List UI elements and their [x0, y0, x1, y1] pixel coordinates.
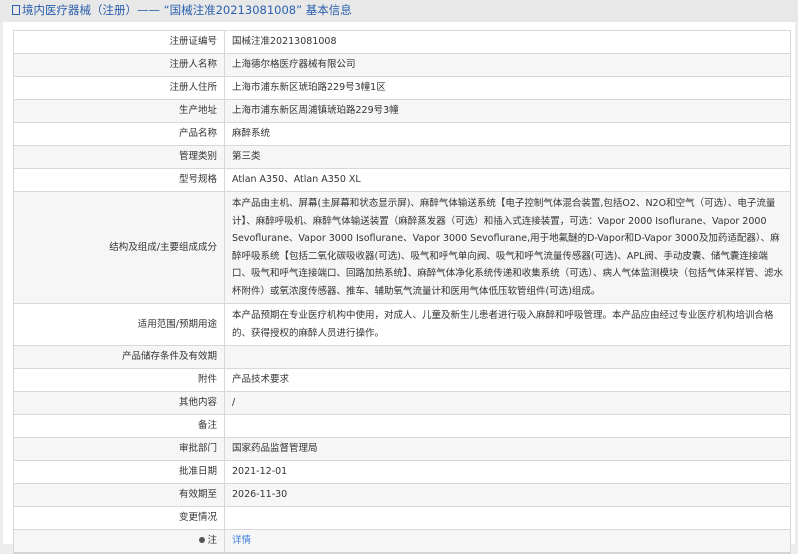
row-label: 结构及组成/主要组成成分: [13, 191, 225, 304]
row-value: [224, 506, 791, 530]
info-table: 注册证编号 国械注准20213081008 注册人名称 上海德尔格医疗器械有限公司 …: [13, 30, 791, 554]
row-value: 本产品预期在专业医疗机构中使用，对成人、儿童及新生儿患者进行吸入麻醉和呼吸管理。…: [224, 303, 791, 346]
table-row: 有效期至 2026-11-30: [13, 483, 791, 507]
details-link[interactable]: 详情: [232, 535, 251, 546]
row-label: 型号规格: [13, 168, 225, 192]
table-row: 结构及组成/主要组成成分 本产品由主机、屏幕(主屏幕和状态显示屏)、麻醉气体输送系…: [13, 191, 791, 304]
pin-icon: [199, 537, 206, 543]
row-value: [224, 414, 791, 438]
row-label: 注册人名称: [13, 53, 225, 77]
note-label: 注: [207, 535, 217, 546]
table-row: 适用范围/预期用途 本产品预期在专业医疗机构中使用，对成人、儿童及新生儿患者进行吸…: [13, 303, 791, 346]
row-label: 审批部门: [13, 437, 225, 461]
row-value: 国家药品监督管理局: [224, 437, 791, 461]
table-row: 生产地址 上海市浦东新区周浦镇琥珀路229号3幢: [13, 99, 791, 123]
row-label: 其他内容: [13, 391, 225, 415]
table-row: 注册证编号 国械注准20213081008: [13, 30, 791, 54]
row-value: 产品技术要求: [224, 368, 791, 392]
note-label-cell: 注: [13, 529, 225, 554]
row-label: 批准日期: [13, 460, 225, 484]
row-value: 第三类: [224, 145, 791, 169]
row-label: 生产地址: [13, 99, 225, 123]
table-row: 管理类别 第三类: [13, 145, 791, 169]
note-value: 详情: [224, 529, 791, 554]
info-panel: 注册证编号 国械注准20213081008 注册人名称 上海德尔格医疗器械有限公司 …: [3, 22, 795, 554]
table-row: 附件 产品技术要求: [13, 368, 791, 392]
table-row: 产品储存条件及有效期: [13, 345, 791, 369]
table-row: 型号规格 Atlan A350、Atlan A350 XL: [13, 168, 791, 192]
document-icon: [12, 5, 20, 15]
row-value: 本产品由主机、屏幕(主屏幕和状态显示屏)、麻醉气体输送系统【电子控制气体混合装置…: [224, 191, 791, 304]
row-label: 产品名称: [13, 122, 225, 146]
row-label: 适用范围/预期用途: [13, 303, 225, 346]
row-value: 麻醉系统: [224, 122, 791, 146]
row-value: 2026-11-30: [224, 483, 791, 507]
page-header: 境内医疗器械（注册）—— “国械注准20213081008” 基本信息: [0, 0, 798, 22]
row-label: 产品储存条件及有效期: [13, 345, 225, 369]
row-label: 管理类别: [13, 145, 225, 169]
row-value: Atlan A350、Atlan A350 XL: [224, 168, 791, 192]
table-row: 产品名称 麻醉系统: [13, 122, 791, 146]
table-row: 其他内容 /: [13, 391, 791, 415]
row-label: 备注: [13, 414, 225, 438]
row-label: 附件: [13, 368, 225, 392]
row-value: 上海市浦东新区周浦镇琥珀路229号3幢: [224, 99, 791, 123]
row-value: [224, 345, 791, 369]
row-value: 上海德尔格医疗器械有限公司: [224, 53, 791, 77]
table-row: 批准日期 2021-12-01: [13, 460, 791, 484]
row-label: 注册人住所: [13, 76, 225, 100]
table-row: 备注: [13, 414, 791, 438]
page-title: 境内医疗器械（注册）—— “国械注准20213081008” 基本信息: [22, 3, 352, 17]
table-row: 注 详情: [13, 529, 791, 554]
row-label: 有效期至: [13, 483, 225, 507]
row-value: 上海市浦东新区琥珀路229号3幢1区: [224, 76, 791, 100]
table-row: 注册人名称 上海德尔格医疗器械有限公司: [13, 53, 791, 77]
row-value: /: [224, 391, 791, 415]
row-value: 2021-12-01: [224, 460, 791, 484]
row-label: 变更情况: [13, 506, 225, 530]
table-row: 变更情况: [13, 506, 791, 530]
row-value: 国械注准20213081008: [224, 30, 791, 54]
table-row: 注册人住所 上海市浦东新区琥珀路229号3幢1区: [13, 76, 791, 100]
table-row: 审批部门 国家药品监督管理局: [13, 437, 791, 461]
row-label: 注册证编号: [13, 30, 225, 54]
